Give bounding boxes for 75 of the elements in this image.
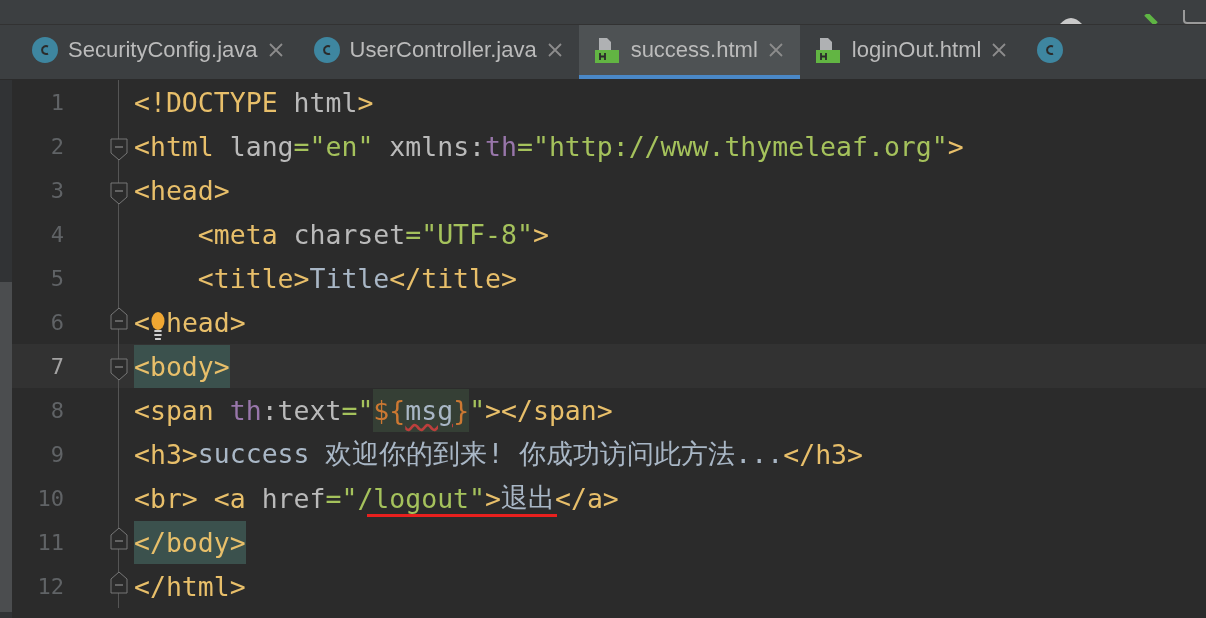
code-token: <html: [134, 130, 215, 162]
close-icon[interactable]: [767, 42, 784, 58]
line-number: 10: [36, 485, 64, 511]
code-token: :text: [261, 394, 342, 426]
code-token: success 欢迎你的到来! 你成功访问此方法...: [197, 437, 784, 471]
code-token: ": [469, 394, 486, 426]
line-number: 5: [49, 265, 64, 291]
fold-icon[interactable]: [110, 138, 128, 162]
code-token: <head>: [134, 174, 230, 206]
code-token: charset: [293, 218, 406, 250]
class-icon: [32, 37, 58, 63]
scrollbar-thumb[interactable]: [0, 282, 12, 612]
line-number: 11: [36, 529, 64, 555]
fold-icon[interactable]: [110, 182, 128, 206]
code-token: <span: [134, 394, 215, 426]
code-token: >: [485, 482, 501, 514]
code-token: <meta: [197, 218, 279, 250]
code-token: head>: [165, 306, 246, 338]
code-token: lang: [229, 130, 294, 162]
editor-tab[interactable]: loginOut.html: [799, 25, 1024, 79]
line-number: 12: [36, 573, 64, 599]
line-number: 3: [49, 177, 64, 203]
code-token: =: [293, 130, 310, 162]
code-token: html: [293, 86, 358, 118]
code-token: >: [532, 218, 549, 250]
class-icon: [313, 37, 340, 63]
close-icon[interactable]: [267, 42, 284, 58]
html-file-icon: [592, 36, 621, 64]
close-icon[interactable]: [991, 42, 1008, 58]
code-token: <!DOCTYPE: [134, 86, 279, 118]
code-token: "en": [309, 130, 375, 162]
code-token: </a>: [555, 482, 619, 514]
fold-icon[interactable]: [110, 306, 128, 330]
code-token: <title>: [197, 262, 310, 294]
close-icon[interactable]: [546, 42, 563, 58]
lightbulb-icon[interactable]: [149, 311, 166, 341]
code-token: th: [229, 394, 262, 426]
code-token: 退出: [501, 481, 555, 515]
code-token: =": [341, 394, 374, 426]
code-token: ="/logout": [325, 482, 485, 514]
line-number: 6: [49, 309, 64, 335]
code-token: ="UTF-8": [405, 218, 533, 250]
code-token: xmlns:: [389, 130, 486, 162]
code-token: ${: [373, 388, 406, 432]
fold-icon[interactable]: [110, 526, 128, 550]
editor-tab[interactable]: UserController.java: [299, 25, 579, 79]
code-token: </title>: [389, 262, 517, 294]
code-token: ="http://www.thymeleaf.org": [516, 130, 948, 162]
html-file-icon: [813, 36, 842, 64]
code-token: </html>: [134, 570, 246, 602]
line-number: 7: [49, 353, 64, 379]
code-token: Title: [309, 262, 390, 294]
code-token: </h3>: [783, 438, 864, 470]
code-token: th: [485, 130, 517, 162]
code-token: >: [357, 86, 374, 118]
line-number: 8: [49, 397, 64, 423]
fold-icon[interactable]: [110, 358, 128, 382]
editor-tab[interactable]: success.html: [578, 25, 800, 79]
code-token: msg: [405, 388, 454, 432]
code-token: <h3>: [134, 438, 198, 470]
code-token: <body>: [134, 344, 230, 388]
code-token: </body>: [134, 520, 246, 564]
code-token: ></span>: [485, 394, 613, 426]
fold-icon[interactable]: [110, 570, 128, 594]
code-token: href: [261, 482, 326, 514]
line-number: 2: [49, 133, 64, 159]
code-token: }: [453, 388, 470, 432]
line-number: 4: [49, 221, 64, 247]
line-number: 9: [49, 441, 64, 467]
line-number: 1: [49, 89, 64, 115]
code-token: <: [134, 306, 150, 338]
editor-tab[interactable]: SecurityConfig.java: [18, 25, 300, 79]
class-icon: [1037, 37, 1064, 63]
code-token: <br> <a: [134, 482, 247, 514]
code-token: >: [947, 130, 964, 162]
